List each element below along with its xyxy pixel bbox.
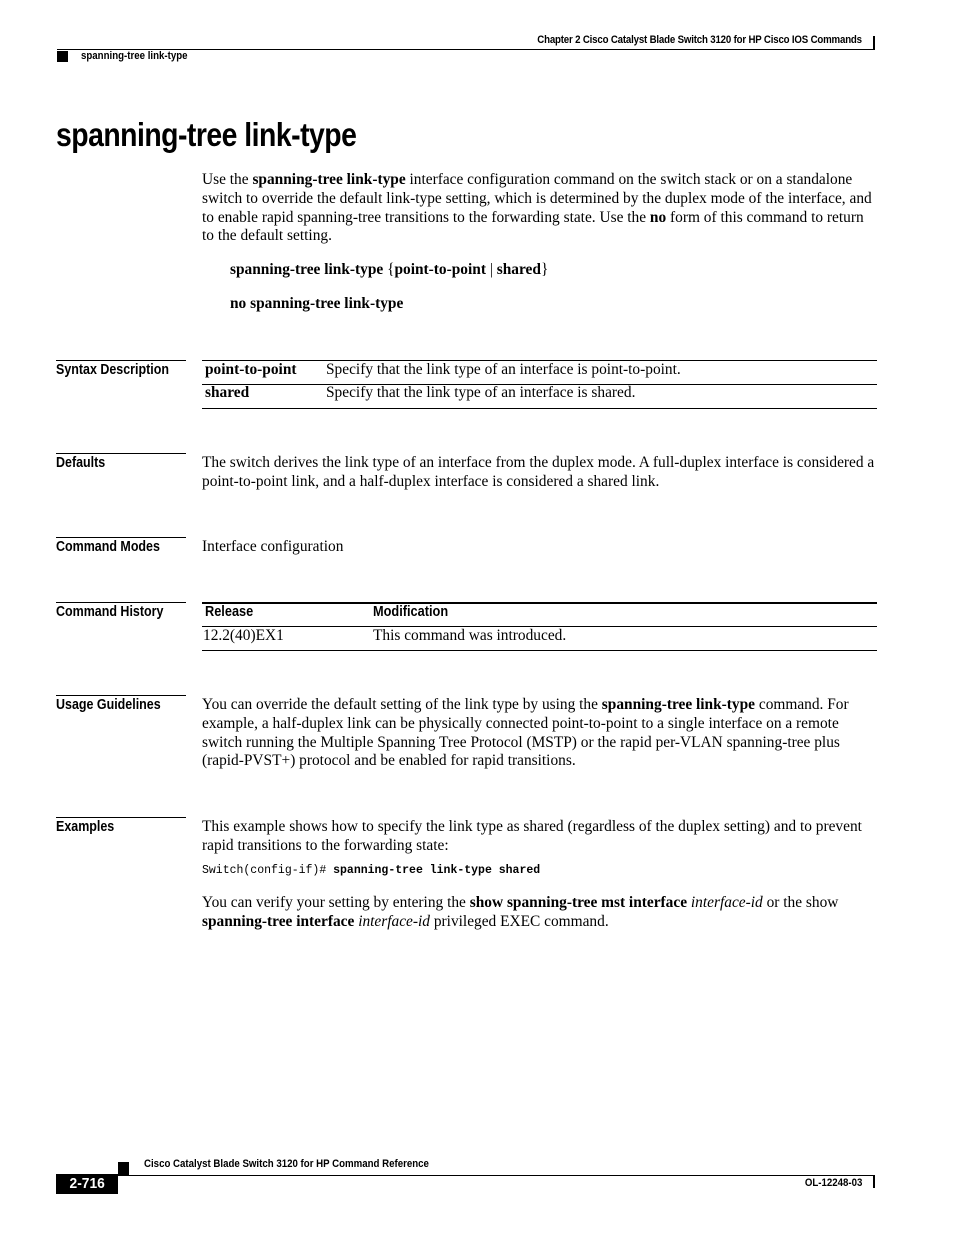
syntax-line-2: no spanning-tree link-type bbox=[230, 295, 404, 312]
document-id: OL-12248-03 bbox=[804, 1177, 862, 1189]
command-keyword: spanning-tree interface bbox=[202, 912, 355, 930]
footer-rule bbox=[118, 1175, 875, 1176]
syntax-command: spanning-tree link-type bbox=[230, 261, 388, 278]
text: You can override the default setting of … bbox=[202, 696, 602, 713]
syntax-option: shared bbox=[496, 261, 541, 278]
section-label-usage-guidelines: Usage Guidelines bbox=[56, 697, 161, 713]
section-rule bbox=[56, 360, 186, 361]
footer-vertical-bar bbox=[873, 1176, 875, 1188]
syntax-option: point-to-point bbox=[394, 261, 486, 278]
defaults-text: The switch derives the link type of an i… bbox=[202, 454, 875, 490]
code-prompt: Switch(config-if)# bbox=[202, 864, 334, 877]
footer-title: Cisco Catalyst Blade Switch 3120 for HP … bbox=[144, 1158, 429, 1170]
command-keyword: show spanning-tree mst interface bbox=[469, 894, 688, 911]
header-marker-block bbox=[57, 51, 68, 62]
example-code: Switch(config-if)# spanning-tree link-ty… bbox=[202, 864, 540, 877]
footer-marker-block bbox=[118, 1162, 129, 1175]
command-keyword: spanning-tree link-type bbox=[252, 171, 406, 188]
table-cell-modification: This command was introduced. bbox=[373, 627, 567, 644]
syntax-brace: } bbox=[540, 261, 549, 278]
header-vertical-bar bbox=[873, 36, 875, 50]
argument: interface-id bbox=[690, 894, 763, 911]
text: You can verify your setting by entering … bbox=[202, 894, 470, 911]
command-keyword: spanning-tree link-type bbox=[601, 696, 756, 713]
section-label-command-modes: Command Modes bbox=[56, 539, 160, 555]
running-header-topic: spanning-tree link-type bbox=[81, 50, 188, 62]
section-label-command-history: Command History bbox=[56, 604, 164, 620]
table-cell-description: Specify that the link type of an interfa… bbox=[326, 384, 636, 401]
text: Use the bbox=[202, 171, 253, 188]
section-rule bbox=[56, 453, 186, 454]
table-header-modification: Modification bbox=[373, 604, 449, 620]
page-number-text: 2-716 bbox=[69, 1175, 105, 1192]
table-header-release: Release bbox=[205, 604, 254, 620]
section-label-defaults: Defaults bbox=[56, 455, 106, 471]
examples-verify-text: You can verify your setting by entering … bbox=[202, 894, 877, 932]
command-keyword: no bbox=[649, 208, 667, 226]
section-rule bbox=[56, 695, 186, 696]
table-header-rule bbox=[202, 602, 877, 604]
page-title: spanning-tree link-type bbox=[56, 116, 357, 153]
syntax-line-1: spanning-tree link-type {point-to-point … bbox=[230, 261, 548, 279]
section-rule bbox=[56, 602, 186, 603]
table-cell-release: 12.2(40)EX1 bbox=[203, 627, 284, 644]
code-command: spanning-tree link-type shared bbox=[333, 864, 541, 877]
table-rule bbox=[202, 408, 877, 409]
intro-paragraph: Use the spanning-tree link-type interfac… bbox=[202, 171, 877, 246]
section-label-examples: Examples bbox=[56, 819, 115, 835]
section-rule bbox=[56, 537, 186, 538]
command-modes-text: Interface configuration bbox=[202, 538, 344, 555]
table-rule bbox=[202, 650, 877, 651]
section-rule bbox=[56, 817, 186, 818]
text: privileged EXEC command. bbox=[430, 912, 609, 930]
text: or the show bbox=[762, 894, 839, 911]
syntax-separator: | bbox=[485, 261, 497, 278]
table-cell-keyword: shared bbox=[205, 384, 250, 401]
table-cell-keyword: point-to-point bbox=[205, 361, 297, 378]
running-header-chapter: Chapter 2 Cisco Catalyst Blade Switch 31… bbox=[537, 34, 862, 46]
table-cell-description: Specify that the link type of an interfa… bbox=[326, 361, 681, 378]
argument: interface-id bbox=[358, 912, 430, 930]
usage-guidelines-text: You can override the default setting of … bbox=[202, 696, 877, 771]
section-label-syntax-description: Syntax Description bbox=[56, 362, 169, 378]
examples-text: This example shows how to specify the li… bbox=[202, 818, 862, 854]
page-number: 2-716 bbox=[56, 1174, 118, 1194]
